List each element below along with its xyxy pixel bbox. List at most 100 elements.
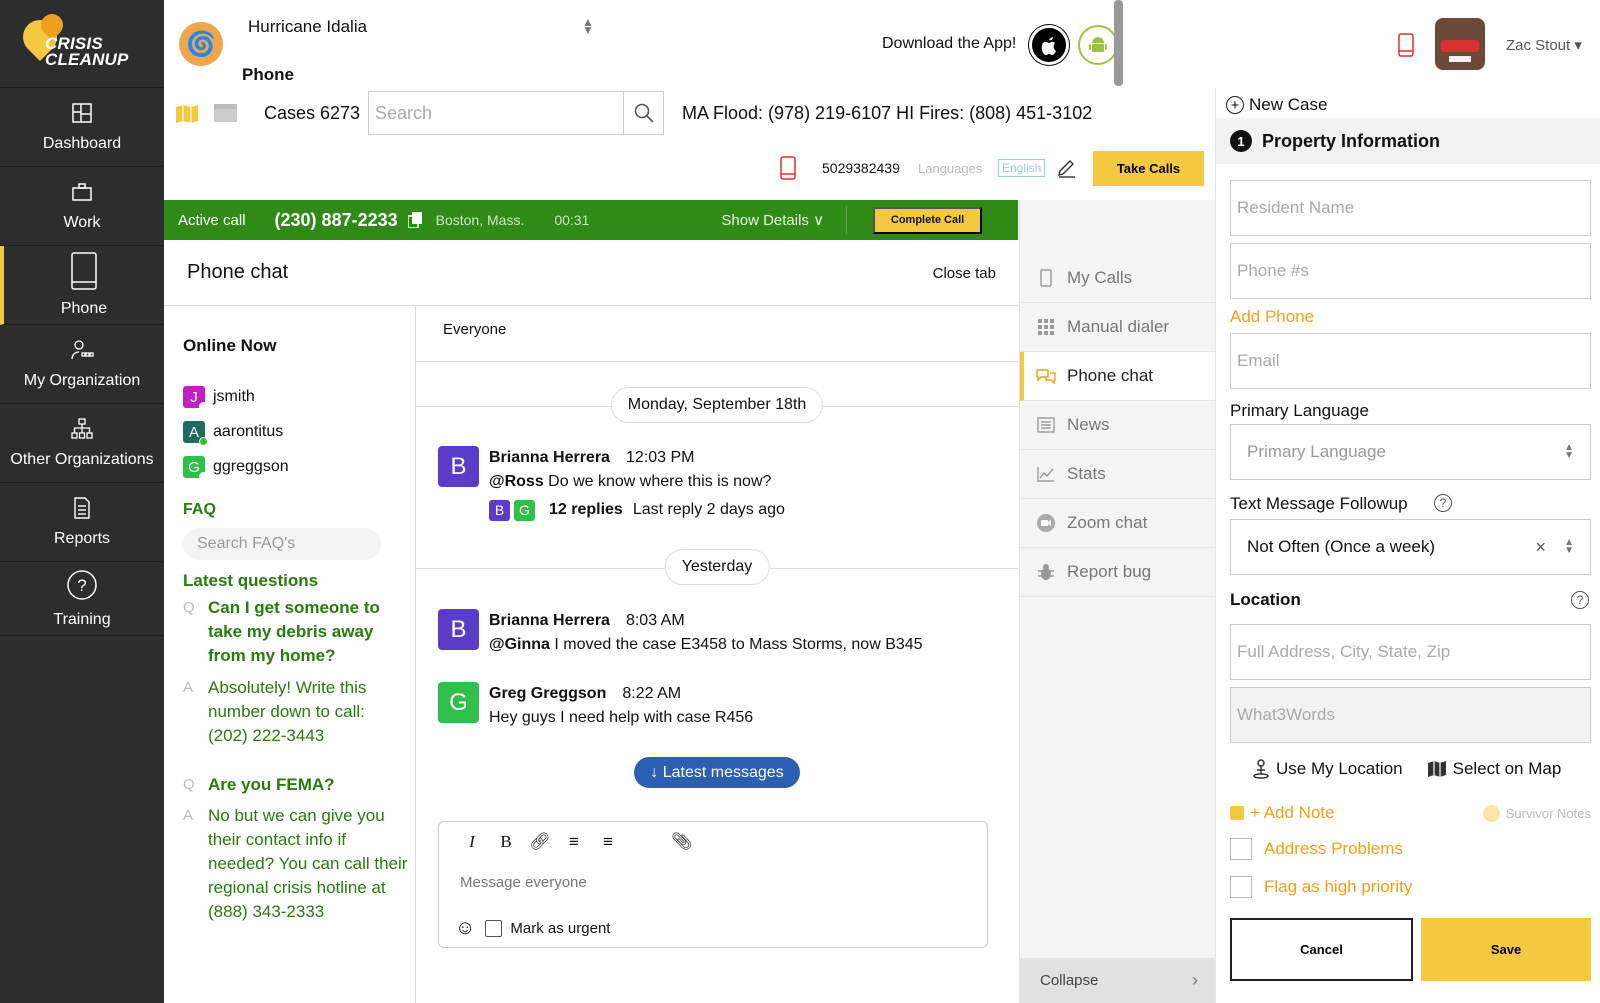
email-field[interactable]	[1230, 333, 1591, 389]
location-person-icon	[1253, 759, 1269, 779]
sidebar-item-other-organizations[interactable]: Other Organizations	[0, 404, 164, 483]
italic-icon[interactable]: I	[461, 832, 483, 852]
text-followup-select[interactable]: Not Often (Once a week) × ▲ ▼	[1230, 519, 1591, 575]
urgent-checkbox[interactable]	[485, 920, 503, 937]
cancel-button[interactable]: Cancel	[1230, 918, 1413, 981]
help-icon[interactable]: ?	[1571, 591, 1589, 609]
messages-panel: Everyone Monday, September 18th B Briann…	[416, 306, 1018, 1003]
bold-icon[interactable]: B	[495, 832, 517, 852]
sidebar-item-label: Dashboard	[42, 135, 122, 152]
phone-icon	[780, 156, 796, 180]
online-user[interactable]: J jsmith	[183, 386, 255, 411]
faq-title[interactable]: FAQ	[183, 501, 216, 519]
address-field[interactable]	[1230, 624, 1591, 680]
emoji-icon[interactable]: ☺	[455, 917, 475, 940]
channel-name[interactable]: Everyone	[416, 306, 1018, 362]
faq-question[interactable]: Q Can I get someone to take my debris aw…	[183, 596, 408, 668]
menu-item-my-calls[interactable]: My Calls	[1020, 254, 1216, 303]
use-my-location-button[interactable]: Use My Location	[1252, 759, 1403, 779]
faq-search-input[interactable]	[183, 528, 381, 560]
flag-priority-row[interactable]: Flag as high priority	[1230, 876, 1412, 898]
flag-priority-checkbox[interactable]	[1230, 876, 1252, 898]
online-user[interactable]: G ggreggson	[183, 456, 289, 481]
menu-item-manual-dialer[interactable]: Manual dialer	[1020, 303, 1216, 352]
mention[interactable]: @Ross	[489, 473, 544, 490]
sidebar-item-reports[interactable]: Reports	[0, 483, 164, 562]
bullet-list-icon[interactable]: ≡	[597, 832, 619, 852]
phone-side-menu: My Calls Manual dialer Phone chat News S…	[1019, 200, 1216, 1003]
latest-messages-button[interactable]: ↓ Latest messages	[634, 757, 800, 788]
chat-message[interactable]: B Brianna Herrera 8:03 AM @Ginna I moved …	[438, 609, 923, 657]
table-view-icon[interactable]	[214, 104, 237, 122]
briefcase-icon	[72, 183, 92, 201]
sidebar-item-training[interactable]: ? Training	[0, 562, 164, 636]
select-on-map-button[interactable]: Select on Map	[1427, 759, 1561, 779]
sidebar-item-my-organization[interactable]: My Organization	[0, 325, 164, 404]
user-menu[interactable]: Zac Stout ▾	[1506, 36, 1582, 54]
apple-icon	[1041, 37, 1056, 55]
close-tab-button[interactable]: Close tab	[933, 265, 996, 282]
chat-message[interactable]: B Brianna Herrera 12:03 PM @Ross Do we kn…	[438, 446, 785, 522]
new-case-button[interactable]: + New Case	[1226, 95, 1327, 115]
map-view-icon[interactable]	[175, 104, 199, 124]
search-input[interactable]	[369, 92, 623, 134]
chat-header: Phone chat Close tab	[164, 240, 1018, 306]
clear-icon[interactable]: ×	[1535, 537, 1546, 558]
attachment-icon[interactable]: 📎︎	[671, 832, 693, 852]
ordered-list-icon[interactable]: ≡	[563, 832, 585, 852]
android-app-button[interactable]	[1078, 25, 1118, 65]
edit-pencil-icon[interactable]	[1056, 158, 1076, 178]
add-phone-link[interactable]: Add Phone	[1230, 307, 1314, 327]
mention[interactable]: @Ginna	[489, 636, 550, 653]
incident-selector[interactable]: Hurricane Idalia	[248, 17, 367, 37]
org-chart-icon	[71, 418, 93, 439]
copy-icon[interactable]	[407, 212, 422, 228]
what3words-field[interactable]	[1230, 687, 1591, 743]
address-problems-row[interactable]: Address Problems	[1230, 838, 1403, 860]
date-separator: Yesterday	[664, 549, 770, 585]
online-panel: Online Now J jsmith A aarontitus G ggreg…	[164, 306, 416, 1003]
chat-message[interactable]: G Greg Greggson 8:22 AM Hey guys I need h…	[438, 682, 753, 730]
primary-language-select[interactable]: Primary Language ▲ ▼	[1230, 424, 1591, 480]
faq-question[interactable]: Q Are you FEMA?	[183, 773, 408, 797]
message-input[interactable]	[460, 874, 960, 891]
page-title: Phone	[242, 65, 294, 84]
apple-app-button[interactable]	[1029, 25, 1069, 65]
menu-item-report-bug[interactable]: Report bug	[1020, 548, 1216, 597]
zoom-icon	[1036, 514, 1056, 532]
search-button[interactable]	[623, 92, 663, 134]
reply-count: 12 replies	[549, 501, 623, 518]
chevron-updown-icon[interactable]: ▲ ▼	[582, 16, 594, 36]
avatar: G	[438, 682, 479, 723]
crisis-cleanup-logo[interactable]: CRISIS CLEANUP	[0, 0, 164, 88]
menu-item-stats[interactable]: Stats	[1020, 450, 1216, 499]
menu-item-zoom-chat[interactable]: Zoom chat	[1020, 499, 1216, 548]
menu-item-phone-chat[interactable]: Phone chat	[1020, 352, 1216, 401]
caller-location: Boston, Mass.	[435, 212, 525, 228]
sidebar-item-dashboard[interactable]: Dashboard	[0, 88, 164, 167]
link-icon[interactable]: 🔗︎	[529, 832, 551, 852]
menu-item-news[interactable]: News	[1020, 401, 1216, 450]
survivor-notes-toggle[interactable]: Survivor Notes	[1482, 804, 1591, 822]
save-button[interactable]: Save	[1421, 918, 1591, 981]
collapse-button[interactable]: Collapse ›	[1020, 958, 1216, 1003]
message-time: 8:22 AM	[622, 685, 682, 702]
phone-field[interactable]	[1230, 243, 1591, 299]
sidebar-item-phone[interactable]: Phone	[0, 246, 164, 325]
avatar[interactable]	[1435, 18, 1485, 70]
resident-name-field[interactable]	[1230, 180, 1591, 236]
take-calls-button[interactable]: Take Calls	[1093, 151, 1204, 186]
search-icon	[634, 103, 654, 123]
show-details-toggle[interactable]: Show Details ∨	[721, 211, 824, 229]
address-problems-checkbox[interactable]	[1230, 838, 1252, 860]
message-author: Brianna Herrera	[489, 612, 610, 629]
phone-icon	[71, 252, 97, 290]
scrollbar[interactable]	[1114, 0, 1123, 86]
phone-status-icon[interactable]	[1398, 33, 1414, 57]
help-icon[interactable]: ?	[1434, 494, 1452, 512]
thread-replies[interactable]: B G 12 replies Last reply 2 days ago	[489, 498, 785, 522]
complete-call-button[interactable]: Complete Call	[873, 206, 983, 234]
add-note-button[interactable]: + Add Note	[1250, 803, 1335, 823]
online-user[interactable]: A aarontitus	[183, 421, 283, 446]
sidebar-item-work[interactable]: Work	[0, 167, 164, 246]
